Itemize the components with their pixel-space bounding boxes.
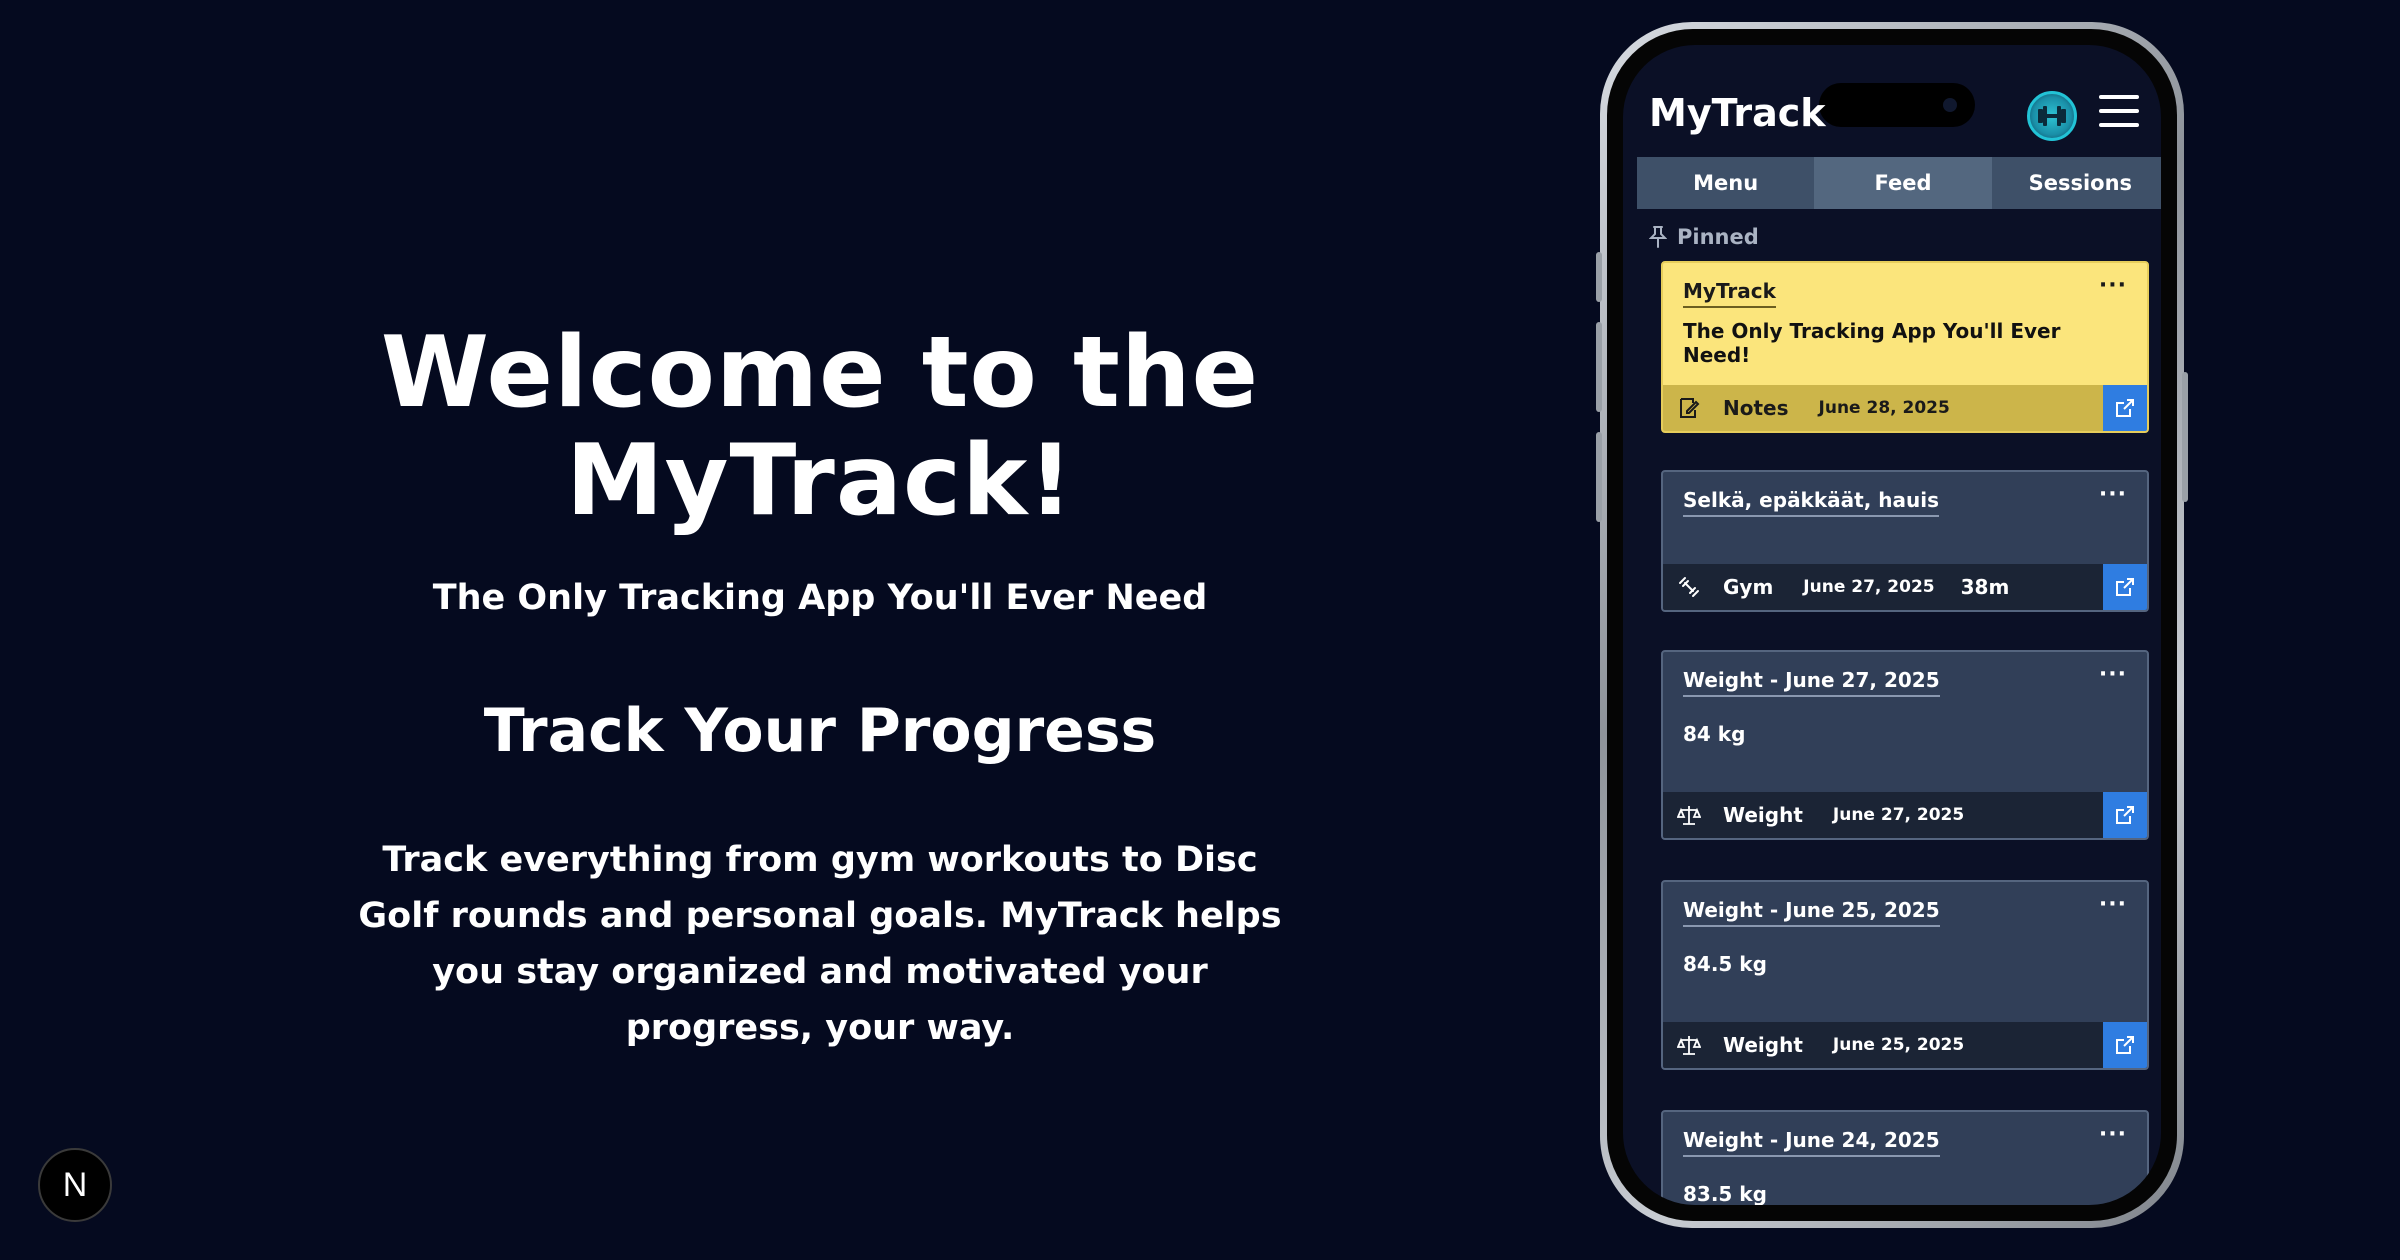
hero-title: Welcome to the MyTrack!	[380, 316, 1260, 538]
external-link-icon	[2116, 1036, 2134, 1054]
card-type: Weight	[1723, 803, 1803, 827]
card-date: June 27, 2025	[1832, 805, 1965, 825]
card-more-icon[interactable]: ···	[2099, 1122, 2127, 1147]
hero-body: Track everything from gym workouts to Di…	[358, 839, 1282, 1048]
feed-card-weight[interactable]: Weight - June 27, 2025 ··· 84 kg Weight …	[1661, 650, 2149, 840]
open-external-button[interactable]	[2103, 1022, 2147, 1068]
feed-card-weight[interactable]: Weight - June 24, 2025 ··· 83.5 kg	[1661, 1110, 2149, 1205]
card-footer: Gym June 27, 2025 38m	[1663, 564, 2147, 610]
open-external-button[interactable]	[2103, 385, 2147, 431]
card-type: Notes	[1723, 396, 1789, 420]
phone-mockup: MyTrack Menu Feed Sessions Pinned MyTrac…	[1596, 22, 2188, 1228]
external-link-icon	[2116, 399, 2134, 417]
card-more-icon[interactable]: ···	[2099, 482, 2127, 507]
card-type: Weight	[1723, 1033, 1803, 1057]
nextjs-badge-button[interactable]: N	[38, 1148, 112, 1222]
pin-icon	[1649, 226, 1667, 248]
card-date: June 27, 2025	[1803, 577, 1935, 597]
hamburger-menu-icon[interactable]	[2099, 95, 2139, 131]
notes-icon	[1675, 394, 1703, 422]
card-body: 84 kg	[1683, 722, 1746, 746]
card-date: June 25, 2025	[1832, 1035, 1965, 1055]
tab-bar: Menu Feed Sessions	[1637, 157, 2161, 209]
card-title[interactable]: Selkä, epäkkäät, hauis	[1683, 488, 1940, 517]
card-footer: Notes June 28, 2025	[1663, 385, 2147, 431]
card-title[interactable]: Weight - June 25, 2025	[1683, 898, 1940, 927]
card-type: Gym	[1723, 575, 1774, 599]
external-link-icon	[2116, 578, 2134, 596]
tab-feed[interactable]: Feed	[1814, 157, 1992, 209]
card-title[interactable]: MyTrack	[1683, 279, 1776, 308]
card-title[interactable]: Weight - June 27, 2025	[1683, 668, 1940, 697]
card-title[interactable]: Weight - June 24, 2025	[1683, 1128, 1940, 1157]
nextjs-logo-icon: N	[62, 1165, 88, 1204]
tab-sessions[interactable]: Sessions	[1992, 157, 2161, 209]
pinned-label: Pinned	[1677, 225, 1759, 249]
landing-page: Welcome to the MyTrack! The Only Trackin…	[0, 0, 2400, 1260]
app-title: MyTrack	[1649, 91, 1826, 135]
dynamic-island	[1819, 83, 1975, 127]
external-link-icon	[2116, 806, 2134, 824]
open-external-button[interactable]	[2103, 564, 2147, 610]
card-footer: Weight June 27, 2025	[1663, 792, 2147, 838]
feed-card-gym[interactable]: Selkä, epäkkäät, hauis ··· Gym June 27, …	[1661, 470, 2149, 612]
card-duration: 38m	[1960, 575, 2010, 599]
card-date: June 28, 2025	[1818, 398, 1950, 418]
tab-menu[interactable]: Menu	[1637, 157, 1814, 209]
card-body: 83.5 kg	[1683, 1182, 1767, 1205]
card-body: The Only Tracking App You'll Ever Need!	[1683, 319, 2061, 367]
hero-heading: Track Your Progress	[483, 695, 1157, 766]
pinned-section-label: Pinned	[1649, 225, 1759, 249]
card-more-icon[interactable]: ···	[2099, 662, 2127, 687]
app-screen: MyTrack Menu Feed Sessions Pinned MyTrac…	[1623, 45, 2161, 1205]
card-more-icon[interactable]: ···	[2099, 273, 2127, 298]
card-more-icon[interactable]: ···	[2099, 892, 2127, 917]
dumbbell-logo-icon	[2038, 106, 2066, 126]
hero-subtitle: The Only Tracking App You'll Ever Need	[432, 577, 1208, 618]
scale-icon	[1675, 801, 1703, 829]
feed-card-weight[interactable]: Weight - June 25, 2025 ··· 84.5 kg Weigh…	[1661, 880, 2149, 1070]
feed-card-pinned-note[interactable]: MyTrack ··· The Only Tracking App You'll…	[1661, 261, 2149, 433]
dumbbell-icon	[1675, 573, 1703, 601]
user-avatar[interactable]	[2027, 91, 2077, 141]
card-body: 84.5 kg	[1683, 952, 1767, 976]
scale-icon	[1675, 1031, 1703, 1059]
hero-section: Welcome to the MyTrack! The Only Trackin…	[140, 316, 1500, 1056]
open-external-button[interactable]	[2103, 792, 2147, 838]
card-footer: Weight June 25, 2025	[1663, 1022, 2147, 1068]
